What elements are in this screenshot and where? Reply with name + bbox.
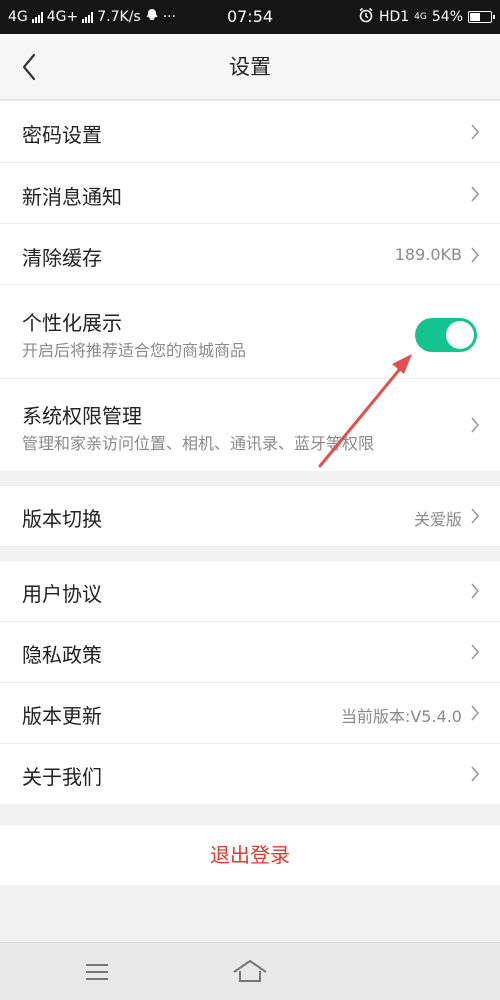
row-label: 新消息通知 xyxy=(22,185,122,209)
menu-button[interactable] xyxy=(78,957,116,987)
version-mode: 关爱版 xyxy=(413,510,462,529)
current-version: 当前版本:V5.4.0 xyxy=(340,707,462,726)
menu-icon xyxy=(86,964,108,980)
status-left: 4G 4G+ 7.7K/s ··· xyxy=(8,0,176,34)
row-notifications[interactable]: 新消息通知 xyxy=(0,163,500,224)
row-label: 隐私政策 xyxy=(22,643,102,667)
row-clear-cache[interactable]: 清除缓存 189.0KB xyxy=(0,224,500,285)
chevron-right-icon xyxy=(471,583,480,599)
row-password[interactable]: 密码设置 xyxy=(0,101,500,163)
chevron-right-icon xyxy=(471,124,480,140)
more-status-dots: ··· xyxy=(162,9,177,25)
battery-percent: 54% xyxy=(431,9,463,25)
row-label: 版本切换 xyxy=(22,507,102,531)
row-version-switch[interactable]: 版本切换 关爱版 xyxy=(0,486,500,546)
row-label: 个性化展示 xyxy=(22,311,122,335)
logout-button[interactable]: 退出登录 xyxy=(0,825,500,885)
chevron-right-icon xyxy=(471,247,480,263)
chevron-right-icon xyxy=(471,705,480,721)
network-small: 4G xyxy=(414,11,427,22)
personalized-toggle[interactable] xyxy=(415,318,477,352)
status-right: HD1 4G 54% xyxy=(358,0,495,34)
home-button[interactable] xyxy=(228,955,272,989)
signal-icon-2 xyxy=(82,11,94,23)
row-label: 版本更新 xyxy=(22,704,102,728)
qq-icon xyxy=(145,8,159,26)
row-about[interactable]: 关于我们 xyxy=(0,744,500,804)
page-title: 设置 xyxy=(229,55,271,79)
row-label: 系统权限管理 xyxy=(22,404,142,428)
network-type-2: 4G+ xyxy=(46,9,79,25)
chevron-right-icon xyxy=(471,644,480,660)
row-privacy-policy[interactable]: 隐私政策 xyxy=(0,622,500,683)
network-type-1: 4G xyxy=(8,9,28,25)
settings-group-3: 用户协议 隐私政策 版本更新 当前版本:V5.4.0 关于我们 xyxy=(0,561,500,804)
cache-size: 189.0KB xyxy=(394,245,462,264)
nav-bar: 设置 xyxy=(0,34,500,100)
home-icon xyxy=(233,960,267,982)
battery-fill xyxy=(470,13,480,21)
system-nav-bar xyxy=(0,942,500,1000)
chevron-right-icon xyxy=(471,186,480,202)
row-permissions[interactable]: 系统权限管理 管理和家亲访问位置、相机、通讯录、蓝牙等权限 xyxy=(0,379,500,471)
row-label: 关于我们 xyxy=(22,765,102,789)
row-subtitle: 开启后将推荐适合您的商城商品 xyxy=(22,341,247,360)
row-user-agreement[interactable]: 用户协议 xyxy=(0,561,500,622)
chevron-right-icon xyxy=(471,508,480,524)
settings-group-2: 版本切换 关爱版 xyxy=(0,486,500,546)
status-bar: 4G 4G+ 7.7K/s ··· 07:54 HD1 4G 54% xyxy=(0,0,500,34)
chevron-right-icon xyxy=(471,417,480,433)
battery-icon xyxy=(468,11,495,23)
chevron-right-icon xyxy=(471,766,480,782)
toggle-knob xyxy=(446,321,474,349)
row-version-update[interactable]: 版本更新 当前版本:V5.4.0 xyxy=(0,683,500,744)
row-subtitle: 管理和家亲访问位置、相机、通讯录、蓝牙等权限 xyxy=(22,434,375,453)
hd-indicator: HD1 xyxy=(378,9,410,25)
net-speed: 7.7K/s xyxy=(97,9,141,25)
row-label: 清除缓存 xyxy=(22,246,102,270)
settings-group-1: 密码设置 新消息通知 清除缓存 189.0KB 个性化展示 开启后将推荐适合您的… xyxy=(0,101,500,471)
alarm-icon xyxy=(358,7,374,27)
row-label: 密码设置 xyxy=(22,123,102,147)
signal-icon xyxy=(31,11,43,23)
row-label: 用户协议 xyxy=(22,582,102,606)
row-personalized: 个性化展示 开启后将推荐适合您的商城商品 xyxy=(0,285,500,379)
